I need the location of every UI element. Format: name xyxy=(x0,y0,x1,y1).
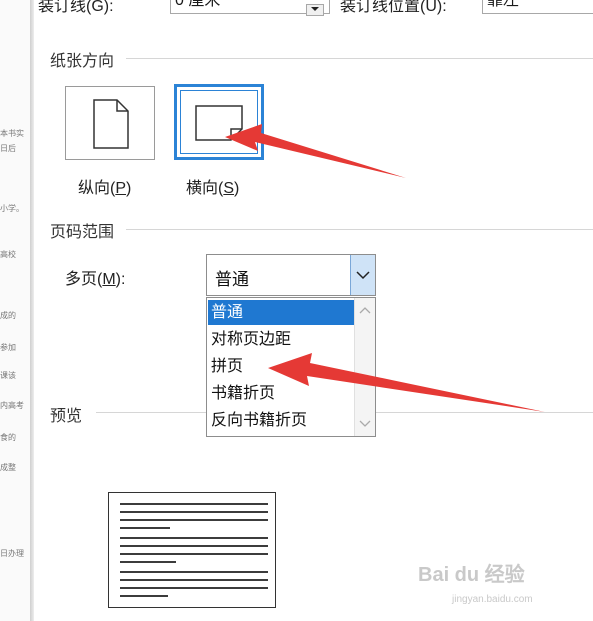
watermark-url: jingyan.baidu.com xyxy=(452,594,533,605)
watermark-brand: Bai du 经验 xyxy=(418,564,525,586)
arrow-annotation xyxy=(225,124,545,412)
watermark-logo: Bai du 经验 xyxy=(418,558,525,587)
